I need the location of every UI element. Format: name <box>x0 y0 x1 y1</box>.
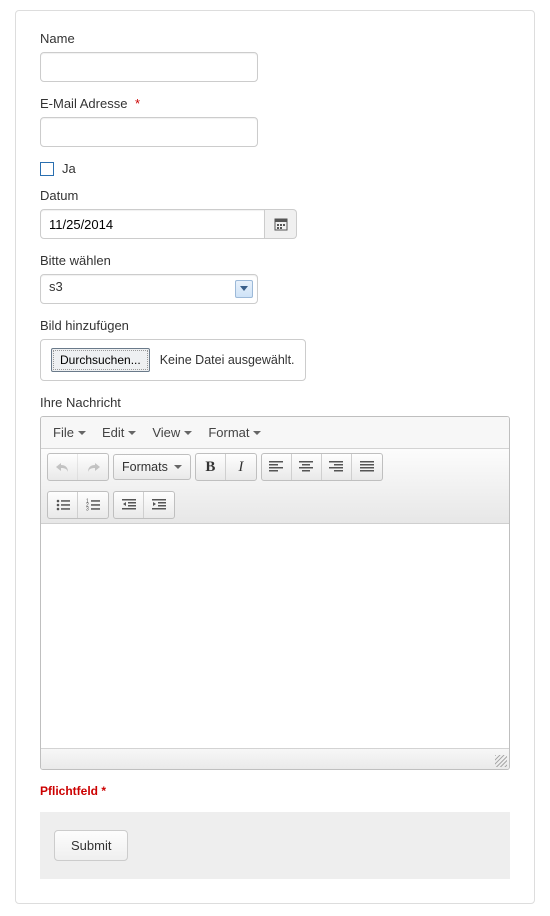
bold-button[interactable]: B <box>196 454 226 480</box>
file-field: Bild hinzufügen Durchsuchen... Keine Dat… <box>40 318 510 381</box>
required-asterisk: * <box>135 96 140 111</box>
align-center-icon <box>298 460 314 474</box>
caret-icon <box>78 431 86 435</box>
file-box: Durchsuchen... Keine Datei ausgewählt. <box>40 339 306 381</box>
message-label: Ihre Nachricht <box>40 395 510 410</box>
menu-edit-label: Edit <box>102 425 124 440</box>
undo-button[interactable] <box>48 454 78 480</box>
italic-icon: I <box>238 459 243 476</box>
menu-view[interactable]: View <box>146 421 198 444</box>
editor-statusbar <box>41 749 509 769</box>
ja-field: Ja <box>40 161 510 176</box>
editor-toolbar: Formats B I 123 <box>41 449 509 524</box>
align-left-icon <box>268 460 284 474</box>
editor-content[interactable] <box>41 524 509 749</box>
indent-button[interactable] <box>144 492 174 518</box>
caret-icon <box>174 465 182 469</box>
align-left-button[interactable] <box>262 454 292 480</box>
align-group <box>261 453 383 481</box>
bullet-list-button[interactable] <box>48 492 78 518</box>
formats-label: Formats <box>122 460 168 474</box>
formats-button[interactable]: Formats <box>113 454 191 480</box>
menu-format[interactable]: Format <box>202 421 267 444</box>
datum-input[interactable] <box>40 209 265 239</box>
name-label: Name <box>40 31 510 46</box>
align-right-icon <box>328 460 344 474</box>
number-list-button[interactable]: 123 <box>78 492 108 518</box>
file-status: Keine Datei ausgewählt. <box>160 353 295 367</box>
submit-button[interactable]: Submit <box>54 830 128 861</box>
indent-group <box>113 491 175 519</box>
italic-button[interactable]: I <box>226 454 256 480</box>
ja-label: Ja <box>62 161 76 176</box>
menu-format-label: Format <box>208 425 249 440</box>
toolbar-break <box>47 485 503 487</box>
email-label-text: E-Mail Adresse <box>40 96 127 111</box>
datum-field: Datum <box>40 188 510 239</box>
align-justify-button[interactable] <box>352 454 382 480</box>
bold-icon: B <box>205 459 215 476</box>
caret-icon <box>128 431 136 435</box>
calendar-icon <box>274 217 288 231</box>
caret-icon <box>253 431 261 435</box>
align-center-button[interactable] <box>292 454 322 480</box>
select-wrap: s3 <box>40 274 258 304</box>
rich-text-editor: File Edit View Format Formats B I <box>40 416 510 770</box>
editor-menubar: File Edit View Format <box>41 417 509 449</box>
email-input[interactable] <box>40 117 258 147</box>
bullet-list-icon <box>55 498 71 512</box>
undo-icon <box>55 460 71 474</box>
required-notice: Pflichtfeld * <box>40 784 510 798</box>
select-label: Bitte wählen <box>40 253 510 268</box>
file-label: Bild hinzufügen <box>40 318 510 333</box>
file-browse-button[interactable]: Durchsuchen... <box>51 348 150 372</box>
datum-label: Datum <box>40 188 510 203</box>
style-group: B I <box>195 453 257 481</box>
datum-row <box>40 209 510 239</box>
list-group: 123 <box>47 491 109 519</box>
email-field: E-Mail Adresse * <box>40 96 510 147</box>
caret-icon <box>184 431 192 435</box>
calendar-button[interactable] <box>265 209 297 239</box>
number-list-icon: 123 <box>85 498 101 512</box>
align-right-button[interactable] <box>322 454 352 480</box>
menu-file-label: File <box>53 425 74 440</box>
name-field: Name <box>40 31 510 82</box>
redo-icon <box>85 460 101 474</box>
svg-text:3: 3 <box>86 507 89 513</box>
history-group <box>47 453 109 481</box>
indent-icon <box>151 498 167 512</box>
email-label: E-Mail Adresse * <box>40 96 510 111</box>
select-input[interactable]: s3 <box>40 274 258 304</box>
submit-area: Submit <box>40 812 510 879</box>
resize-grip[interactable] <box>495 755 507 767</box>
align-justify-icon <box>359 460 375 474</box>
redo-button[interactable] <box>78 454 108 480</box>
select-field: Bitte wählen s3 <box>40 253 510 304</box>
menu-view-label: View <box>152 425 180 440</box>
outdent-icon <box>121 498 137 512</box>
form-container: Name E-Mail Adresse * Ja Datum Bitte wäh… <box>15 10 535 904</box>
message-field: Ihre Nachricht File Edit View Format For… <box>40 395 510 770</box>
menu-edit[interactable]: Edit <box>96 421 142 444</box>
ja-checkbox[interactable] <box>40 162 54 176</box>
outdent-button[interactable] <box>114 492 144 518</box>
name-input[interactable] <box>40 52 258 82</box>
menu-file[interactable]: File <box>47 421 92 444</box>
